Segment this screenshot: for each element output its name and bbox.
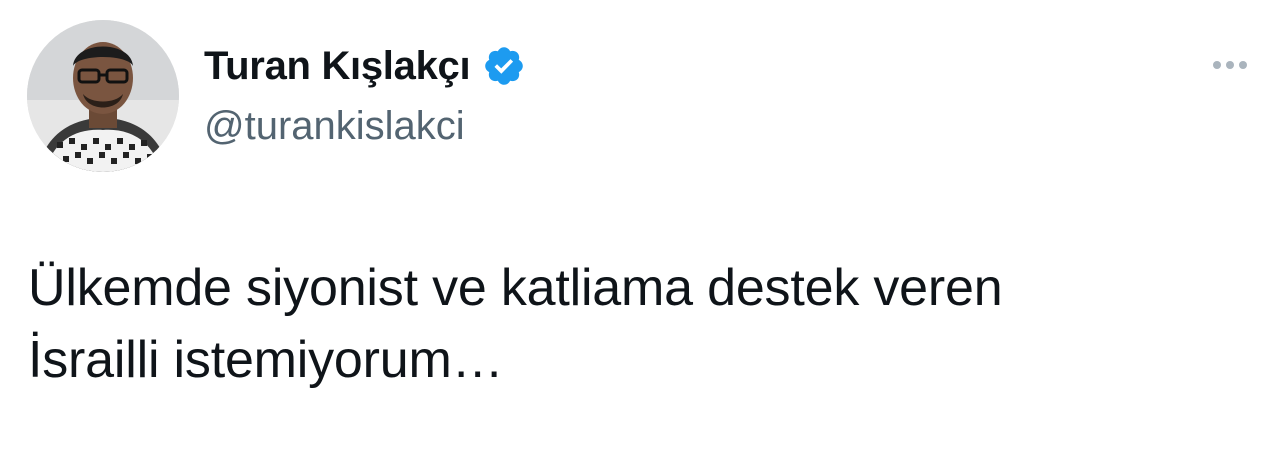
more-options-icon[interactable] — [1206, 50, 1254, 80]
tweet-card: Turan Kışlakçı @turankislakci Ülkemde si… — [0, 0, 1284, 452]
author-name-row: Turan Kışlakçı — [204, 40, 526, 92]
verified-badge-icon — [482, 44, 526, 88]
more-dot — [1213, 61, 1221, 69]
author-handle[interactable]: @turankislakci — [204, 104, 465, 149]
avatar-image — [27, 20, 179, 172]
tweet-text-line: Ülkemde siyonist ve katliama destek vere… — [28, 259, 1003, 317]
avatar[interactable] — [27, 20, 179, 172]
display-name[interactable]: Turan Kışlakçı — [204, 44, 471, 89]
more-dot — [1226, 61, 1234, 69]
tweet-text-line: İsrailli istemiyorum… — [28, 331, 504, 389]
tweet-text: Ülkemde siyonist ve katliama destek vere… — [28, 252, 1248, 396]
more-dot — [1239, 61, 1247, 69]
